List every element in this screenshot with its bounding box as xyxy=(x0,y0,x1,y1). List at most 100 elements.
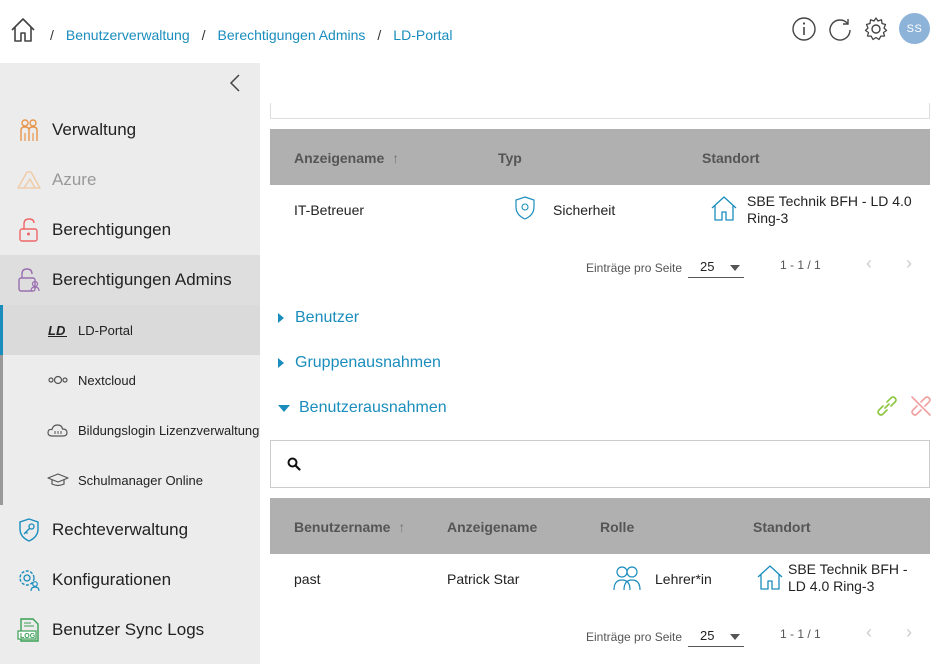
shield-icon xyxy=(514,195,536,224)
info-icon[interactable] xyxy=(791,16,817,42)
sidebar-item-benutzer-sync-logs[interactable]: LOG Benutzer Sync Logs xyxy=(0,605,260,655)
cell-anzeigename: Patrick Star xyxy=(447,571,520,587)
sidebar-subitem-ld-portal[interactable]: LD LD-Portal xyxy=(0,305,260,355)
sidebar-item-berechtigungen-admins[interactable]: Berechtigungen Admins xyxy=(0,255,260,305)
section-label: Gruppenausnahmen xyxy=(295,354,441,371)
cell-anzeigename: IT-Betreuer xyxy=(294,202,365,218)
sidebar-item-azure[interactable]: Azure xyxy=(0,155,260,205)
settings-icon[interactable] xyxy=(863,16,889,42)
building-icon xyxy=(756,563,784,594)
sidebar-subitem-label: LD-Portal xyxy=(78,322,133,338)
standort-line: SBE Technik BFH - LD 4.0 xyxy=(747,193,912,209)
sort-asc-icon: ↑ xyxy=(392,150,400,166)
breadcrumb-berechtigungen-admins[interactable]: Berechtigungen Admins xyxy=(218,27,366,43)
sort-asc-icon: ↑ xyxy=(398,519,406,535)
cell-rolle: Lehrer*in xyxy=(655,571,712,587)
standort-line: SBE Technik BFH - xyxy=(788,561,908,577)
sidebar-item-label: Rechteverwaltung xyxy=(52,520,189,539)
cell-standort: SBE Technik BFH - LD 4.0 Ring-3 xyxy=(788,561,908,595)
column-header-standort[interactable]: Standort xyxy=(702,150,760,166)
breadcrumb-ld-portal[interactable]: LD-Portal xyxy=(393,27,452,43)
collapse-sidebar-icon[interactable] xyxy=(228,73,242,93)
svg-text:LD: LD xyxy=(48,323,66,338)
prev-page-icon[interactable]: ‹ xyxy=(866,622,872,643)
link-icon[interactable] xyxy=(874,393,900,424)
sidebar-item-label: Verwaltung xyxy=(52,120,137,139)
section-label: Benutzerausnahmen xyxy=(299,399,447,416)
breadcrumb-benutzerverwaltung[interactable]: Benutzerverwaltung xyxy=(66,27,190,43)
per-page-label: Einträge pro Seite xyxy=(586,630,683,644)
sidebar-subitem-schulmanager[interactable]: Schulmanager Online xyxy=(3,455,260,505)
sidebar-item-berechtigungen[interactable]: Berechtigungen xyxy=(0,205,260,255)
sidebar-subitem-label: Bildungslogin Lizenzverwaltung xyxy=(78,422,260,438)
cell-typ: Sicherheit xyxy=(553,202,616,218)
avatar[interactable]: SS xyxy=(899,13,930,44)
sidebar: Verwaltung Azure Berechtigungen Berechti… xyxy=(0,63,260,664)
graduation-cap-icon xyxy=(47,472,69,488)
sidebar-nav: Verwaltung Azure Berechtigungen Berechti… xyxy=(0,105,260,655)
sidebar-item-label: Benutzer Sync Logs xyxy=(52,620,205,639)
per-page-value: 25 xyxy=(700,259,715,274)
section-benutzerausnahmen[interactable]: Benutzerausnahmen xyxy=(278,399,447,417)
breadcrumb-separator: / xyxy=(50,27,54,43)
key-shield-icon xyxy=(16,517,42,543)
users-pagination: Einträge pro Seite 25 1 - 1 / 1 ‹ › xyxy=(270,622,930,652)
section-gruppenausnahmen[interactable]: Gruppenausnahmen xyxy=(278,354,441,372)
users-table-header: Benutzername ↑ Anzeigename Rolle Standor… xyxy=(270,498,930,554)
next-page-icon[interactable]: › xyxy=(906,253,912,274)
column-header-benutzername[interactable]: Benutzername ↑ xyxy=(294,519,405,535)
column-header-anzeigename[interactable]: Anzeigename xyxy=(447,519,537,535)
cell-benutzername: past xyxy=(294,571,321,587)
refresh-icon[interactable] xyxy=(827,16,853,42)
admin-lock-icon xyxy=(16,267,42,293)
next-page-icon[interactable]: › xyxy=(906,622,912,643)
standort-line: Ring-3 xyxy=(747,210,789,226)
section-label: Benutzer xyxy=(295,309,360,326)
svg-text:LOG: LOG xyxy=(20,633,36,640)
per-page-select[interactable]: 25 xyxy=(688,258,744,278)
ld-icon: LD xyxy=(47,322,69,338)
group-search-box[interactable] xyxy=(270,103,930,119)
sidebar-subitem-label: Schulmanager Online xyxy=(78,472,204,488)
teacher-icon xyxy=(612,563,642,594)
user-search-field[interactable] xyxy=(270,440,930,488)
sidebar-subitem-nextcloud[interactable]: Nextcloud xyxy=(3,355,260,405)
prev-page-icon[interactable]: ‹ xyxy=(866,253,872,274)
sidebar-subitem-bildungslogin[interactable]: Bildungslogin Lizenzverwaltung xyxy=(3,405,260,455)
sidebar-item-konfigurationen[interactable]: Konfigurationen xyxy=(0,555,260,605)
table-row[interactable]: IT-Betreuer Sicherheit SBE Technik BFH -… xyxy=(270,185,930,241)
gear-users-icon xyxy=(16,567,42,593)
chevron-down-icon xyxy=(730,634,740,640)
caret-right-icon xyxy=(278,313,284,323)
section-benutzer[interactable]: Benutzer xyxy=(278,309,359,327)
sidebar-submenu: LD LD-Portal Nextcloud Bildungslogin Liz… xyxy=(0,305,260,505)
unlock-icon xyxy=(16,217,42,243)
nextcloud-icon xyxy=(47,372,69,388)
column-header-label: Anzeigename xyxy=(294,150,385,166)
per-page-select[interactable]: 25 xyxy=(688,627,744,647)
sidebar-item-label: Berechtigungen xyxy=(52,220,172,239)
breadcrumb-separator: / xyxy=(201,27,206,43)
column-header-typ[interactable]: Typ xyxy=(498,150,522,166)
sidebar-item-rechteverwaltung[interactable]: Rechteverwaltung xyxy=(0,505,260,555)
column-header-rolle[interactable]: Rolle xyxy=(600,519,634,535)
page-range: 1 - 1 / 1 xyxy=(780,627,821,641)
chevron-down-icon xyxy=(730,265,740,271)
building-icon xyxy=(710,194,738,225)
caret-right-icon xyxy=(278,358,284,368)
search-input[interactable] xyxy=(311,451,911,479)
unlink-icon[interactable] xyxy=(908,393,934,424)
sidebar-item-label: Konfigurationen xyxy=(52,570,172,589)
main-content: Anzeigename ↑ Typ Standort IT-Betreuer S… xyxy=(260,63,940,664)
per-page-label: Einträge pro Seite xyxy=(586,261,683,275)
sidebar-item-verwaltung[interactable]: Verwaltung xyxy=(0,105,260,155)
sidebar-subitem-label: Nextcloud xyxy=(78,372,136,388)
breadcrumb-separator: / xyxy=(377,27,382,43)
cell-standort: SBE Technik BFH - LD 4.0 Ring-3 xyxy=(747,193,912,227)
log-icon: LOG xyxy=(16,617,42,643)
home-icon[interactable] xyxy=(9,16,37,44)
table-row[interactable]: past Patrick Star Lehrer*in SBE Technik … xyxy=(270,554,930,610)
column-header-anzeigename[interactable]: Anzeigename ↑ xyxy=(294,150,399,166)
azure-icon xyxy=(16,167,42,193)
column-header-standort[interactable]: Standort xyxy=(753,519,811,535)
